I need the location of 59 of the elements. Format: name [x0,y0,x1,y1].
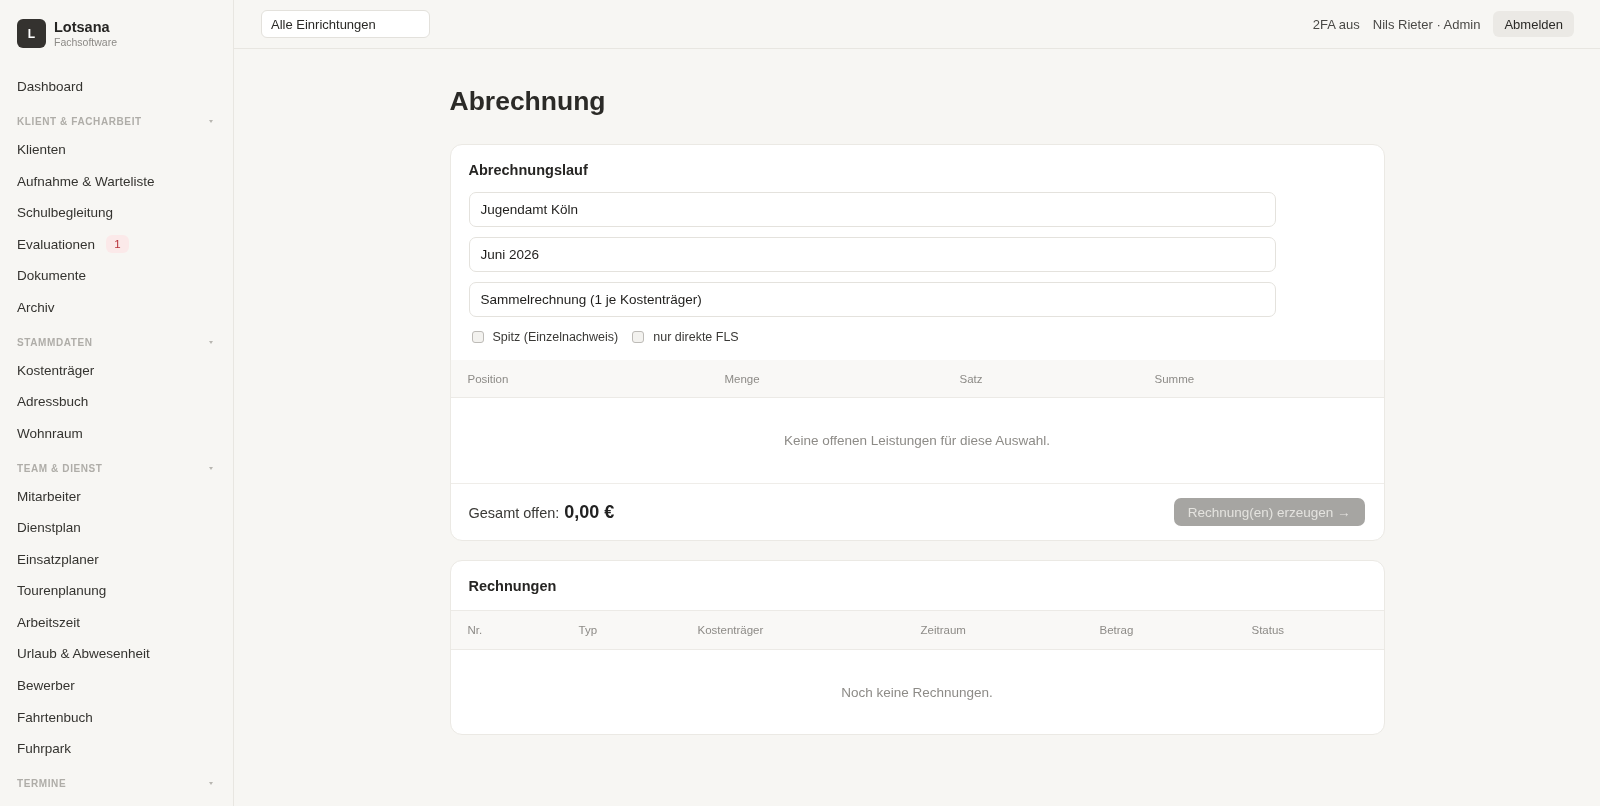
caret-icon [209,782,213,786]
nav-item[interactable]: Evaluationen 1 [17,228,130,261]
nav-item[interactable]: Dashboard [17,71,84,103]
count-badge: 1 [106,235,130,254]
column-header: Nr. [467,624,483,636]
nav-item[interactable]: Wohnraum [17,417,83,450]
facility-select[interactable]: Alle Einrichtungen [261,10,430,38]
nav-item[interactable]: Fahrtenbuch [17,701,93,733]
column-header: Betrag [1099,624,1134,636]
caret-icon [209,341,213,345]
page-title: Abrechnung [449,85,607,118]
nav-item[interactable]: Schulbegleitung [17,196,114,229]
caret-icon [209,466,213,470]
column-header: Typ [578,624,598,636]
app-name: Lotsana [54,18,110,36]
column-header: Kostenträger [697,624,764,636]
app-subtitle: Fachsoftware [54,35,118,49]
nav-item[interactable]: Dienstplan [17,511,81,544]
column-header: Position [467,372,509,385]
select-field[interactable]: Jugendamt Köln [468,192,1276,227]
nav-item[interactable]: Klienten [17,133,66,166]
column-header: Menge [724,372,760,385]
section-heading: TERMINE [17,778,67,790]
nav-item[interactable]: Adressbuch [17,385,89,418]
total-label: Gesamt offen: [468,504,560,521]
user-name: Nils Rieter · Admin [1372,16,1481,32]
nav-item[interactable]: Archiv [17,291,55,324]
card-title: Abrechnungslauf [467,161,589,180]
empty-message: Keine offenen Leistungen für diese Auswahl. [783,433,1051,448]
column-header: Status [1251,624,1285,636]
total-amount: 0,00 € [564,501,615,523]
nav-item[interactable]: Aufnahme & Warteliste [17,165,155,197]
checkbox[interactable] [471,331,484,343]
card-title: Rechnungen [468,576,557,596]
empty-message: Noch keine Rechnungen. [841,684,993,700]
section-heading: KLIENT & FACHARBEIT [17,116,142,128]
nav-item[interactable]: Dokumente [17,260,87,292]
column-header: Summe [1154,372,1195,385]
nav-item[interactable]: Fuhrpark [17,732,72,765]
checkbox[interactable] [632,331,645,343]
logout-button[interactable]: Abmelden [1493,11,1574,37]
nav-item[interactable]: Mitarbeiter [17,480,81,512]
two-factor-status: 2FA aus [1312,16,1360,32]
select-field[interactable]: Sammelrechnung (1 je Kostenträger) [468,282,1276,317]
checkbox-label: Spitz (Einzelnachweis) [492,330,619,344]
nav-item[interactable]: Arbeitszeit [17,606,81,639]
section-heading: STAMMDATEN [17,337,93,349]
column-header: Zeitraum [920,624,966,636]
app-logo: L [17,19,46,48]
nav-item[interactable]: Einsatzplaner [17,543,99,575]
nav-item[interactable]: Bewerber [17,669,75,702]
caret-icon [209,120,213,124]
column-header: Satz [959,372,983,385]
select-field[interactable]: Juni 2026 [468,237,1276,272]
nav-item[interactable]: Urlaub & Abwesenheit [17,638,150,670]
section-heading: TEAM & DIENST [17,462,103,474]
nav-item[interactable]: Kostenträger [17,354,95,386]
nav-item[interactable]: Tourenplanung [17,575,107,607]
checkbox-label: nur direkte FLS [653,330,739,344]
